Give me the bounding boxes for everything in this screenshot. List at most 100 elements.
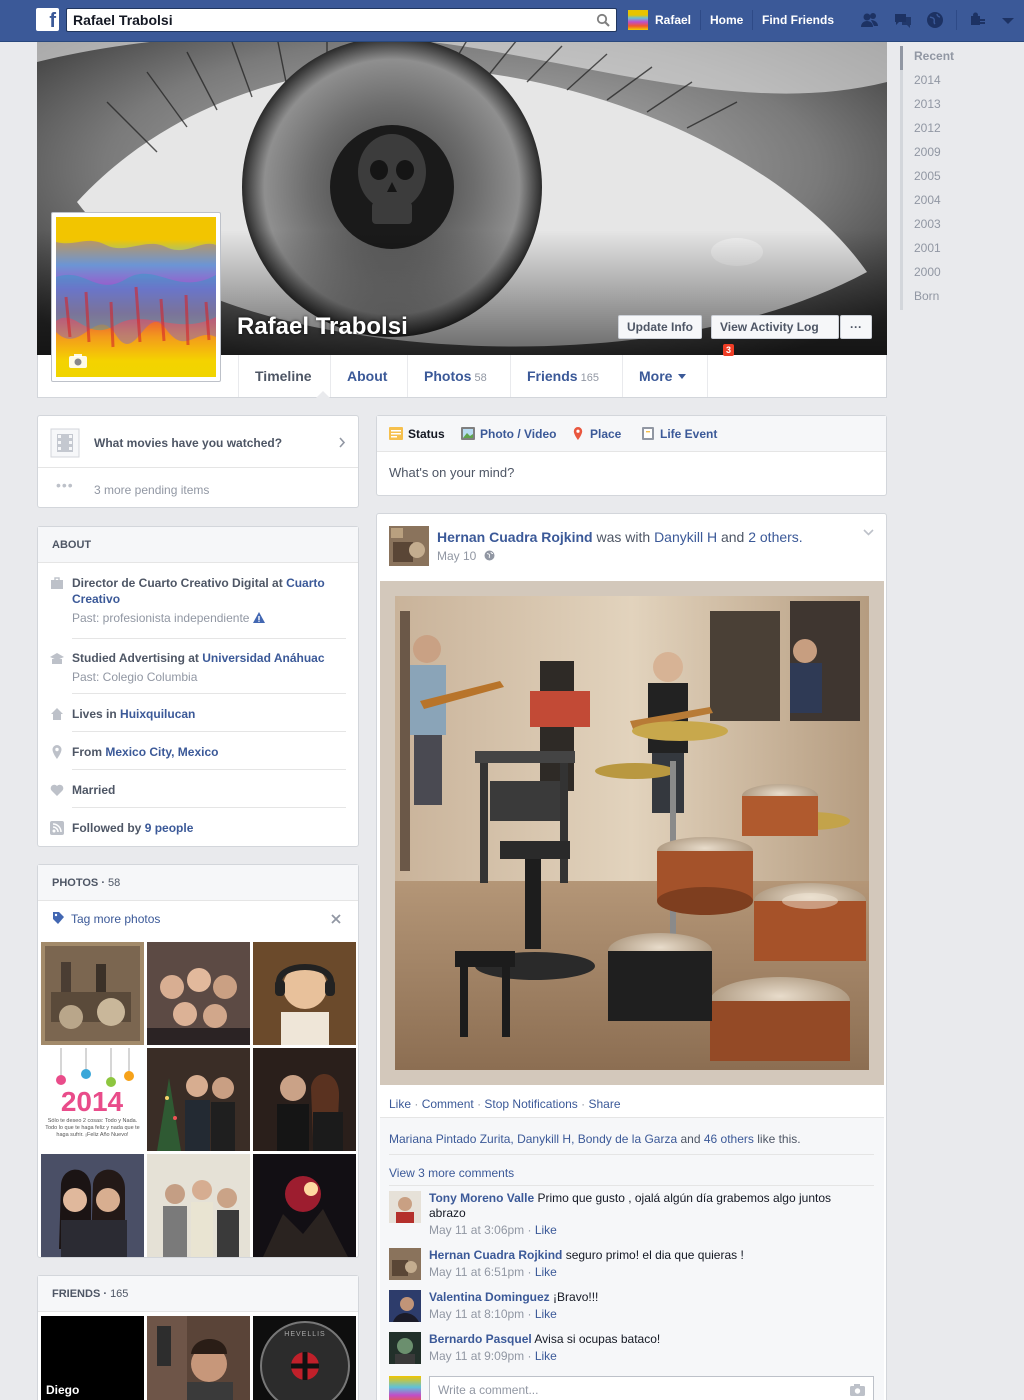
- write-comment-input[interactable]: Write a comment...: [429, 1376, 874, 1400]
- facebook-logo-icon[interactable]: f: [36, 8, 59, 31]
- comment-like-link[interactable]: Like: [535, 1349, 557, 1363]
- friends-header[interactable]: FRIENDS · 165: [38, 1276, 358, 1312]
- from-link[interactable]: Mexico City, Mexico: [105, 745, 218, 759]
- composer-tab-photo-video[interactable]: Photo / Video: [461, 427, 556, 441]
- tag-more-photos-link[interactable]: Tag more photos: [71, 912, 160, 926]
- more-options-button[interactable]: ···: [840, 315, 872, 339]
- commenter-avatar[interactable]: [389, 1248, 421, 1280]
- camera-icon[interactable]: [850, 1384, 865, 1396]
- camera-icon[interactable]: [68, 353, 88, 369]
- post-date-link[interactable]: May 10: [437, 549, 476, 563]
- photo-thumbnail[interactable]: [147, 942, 250, 1045]
- privacy-shortcuts-icon[interactable]: [968, 11, 988, 29]
- current-user-avatar[interactable]: [389, 1376, 421, 1400]
- post-author-link[interactable]: Hernan Cuadra Rojkind: [437, 529, 593, 545]
- commenter-name-link[interactable]: Tony Moreno Valle: [429, 1191, 534, 1205]
- profile-link[interactable]: Rafael: [655, 13, 691, 27]
- photo-thumbnail[interactable]: [41, 942, 144, 1045]
- year-link[interactable]: 2004: [900, 190, 1000, 214]
- photo-thumbnail[interactable]: [147, 1048, 250, 1151]
- photo-thumbnail[interactable]: [253, 1048, 356, 1151]
- comment-link[interactable]: Comment: [422, 1097, 474, 1111]
- view-more-comments-link[interactable]: View 3 more comments: [389, 1166, 514, 1180]
- tab-about[interactable]: About: [330, 355, 406, 397]
- settings-dropdown-icon[interactable]: [998, 11, 1018, 29]
- comment-time[interactable]: May 11 at 6:51pm: [429, 1265, 524, 1279]
- comment-like-link[interactable]: Like: [535, 1307, 557, 1321]
- photo-thumbnail[interactable]: [253, 1154, 356, 1257]
- friend-thumbnail[interactable]: [147, 1316, 250, 1400]
- likes-others-link[interactable]: 46 others: [704, 1132, 754, 1146]
- friend-thumbnail[interactable]: HEVELLIS: [253, 1316, 356, 1400]
- author-avatar[interactable]: [389, 526, 429, 566]
- movies-question-row[interactable]: What movies have you watched?: [38, 416, 358, 468]
- stop-notifications-link[interactable]: Stop Notifications: [484, 1097, 577, 1111]
- activity-log-label: View Activity Log: [720, 320, 819, 334]
- photo-thumbnail[interactable]: [41, 1154, 144, 1257]
- year-link[interactable]: 2005: [900, 166, 1000, 190]
- composer-tab-status[interactable]: Status: [389, 427, 445, 441]
- like-link[interactable]: Like: [389, 1097, 411, 1111]
- commenter-name-link[interactable]: Valentina Dominguez: [429, 1290, 550, 1304]
- status-input[interactable]: What's on your mind?: [389, 465, 514, 480]
- profile-picture[interactable]: [56, 217, 216, 377]
- user-avatar[interactable]: [628, 10, 648, 30]
- notifications-globe-icon[interactable]: [925, 11, 945, 29]
- find-friends-link[interactable]: Find Friends: [762, 13, 834, 27]
- update-info-button[interactable]: Update Info: [618, 315, 702, 339]
- year-link[interactable]: 2014: [900, 70, 1000, 94]
- messages-icon[interactable]: [893, 11, 913, 29]
- tab-more[interactable]: More: [622, 355, 708, 397]
- home-link[interactable]: Home: [710, 13, 743, 27]
- commenter-avatar[interactable]: [389, 1191, 421, 1223]
- photo-thumbnail[interactable]: [253, 942, 356, 1045]
- comment-time[interactable]: May 11 at 9:09pm: [429, 1349, 524, 1363]
- composer-tab-life-event[interactable]: Life Event: [641, 427, 717, 441]
- search-icon[interactable]: [596, 13, 610, 27]
- year-link[interactable]: 2009: [900, 142, 1000, 166]
- close-icon[interactable]: [331, 914, 341, 924]
- tab-photos[interactable]: Photos 58: [407, 355, 510, 397]
- post-photo[interactable]: [380, 581, 884, 1085]
- lives-link[interactable]: Huixquilucan: [120, 707, 195, 721]
- friend-thumbnail[interactable]: Diego: [41, 1316, 144, 1400]
- others-link[interactable]: 2 others.: [748, 529, 802, 545]
- composer-tab-place[interactable]: Place: [571, 427, 621, 441]
- tagged-person-link[interactable]: Danykill H: [654, 529, 717, 545]
- more-pending-row[interactable]: ••• 3 more pending items: [38, 469, 358, 507]
- year-link[interactable]: 2012: [900, 118, 1000, 142]
- year-link[interactable]: 2013: [900, 94, 1000, 118]
- post-header-line: Hernan Cuadra Rojkind was with Danykill …: [437, 529, 857, 545]
- followers-link[interactable]: 9 people: [145, 821, 194, 835]
- year-link[interactable]: 2001: [900, 238, 1000, 262]
- post-options-chevron-icon[interactable]: [863, 529, 874, 536]
- commenter-avatar[interactable]: [389, 1332, 421, 1364]
- education-past: Past: Colegio Columbia: [72, 670, 198, 684]
- tab-friends[interactable]: Friends 165: [510, 355, 623, 397]
- profile-picture-frame[interactable]: [51, 212, 221, 382]
- commenter-avatar[interactable]: [389, 1290, 421, 1322]
- year-link-born[interactable]: Born: [900, 286, 1000, 310]
- share-link[interactable]: Share: [588, 1097, 620, 1111]
- commenter-name-link[interactable]: Hernan Cuadra Rojkind: [429, 1248, 562, 1262]
- photo-thumbnail[interactable]: [147, 1154, 250, 1257]
- profile-name[interactable]: Rafael Trabolsi: [237, 313, 408, 341]
- year-link[interactable]: 2000: [900, 262, 1000, 286]
- photos-header[interactable]: PHOTOS · 58: [38, 865, 358, 901]
- composer-tab-status-label: Status: [408, 427, 445, 441]
- comment-time[interactable]: May 11 at 8:10pm: [429, 1307, 524, 1321]
- likers-link[interactable]: Mariana Pintado Zurita, Danykill H, Bond…: [389, 1132, 677, 1146]
- comment-like-link[interactable]: Like: [535, 1223, 557, 1237]
- photo-thumbnail[interactable]: 2014 Sólo te deseo 2 cosas: Todo y Nada. …: [41, 1048, 144, 1151]
- year-link-recent[interactable]: Recent: [900, 46, 1000, 70]
- friend-requests-icon[interactable]: [860, 11, 880, 29]
- warning-icon[interactable]: [252, 612, 265, 623]
- comment-like-link[interactable]: Like: [535, 1265, 557, 1279]
- comment-time[interactable]: May 11 at 3:06pm: [429, 1223, 524, 1237]
- view-activity-log-button[interactable]: View Activity Log 3: [711, 315, 839, 356]
- search-input[interactable]: [67, 9, 587, 31]
- year-link[interactable]: 2003: [900, 214, 1000, 238]
- education-link[interactable]: Universidad Anáhuac: [202, 651, 324, 665]
- public-globe-icon[interactable]: [484, 550, 495, 561]
- commenter-name-link[interactable]: Bernardo Pasquel: [429, 1332, 532, 1346]
